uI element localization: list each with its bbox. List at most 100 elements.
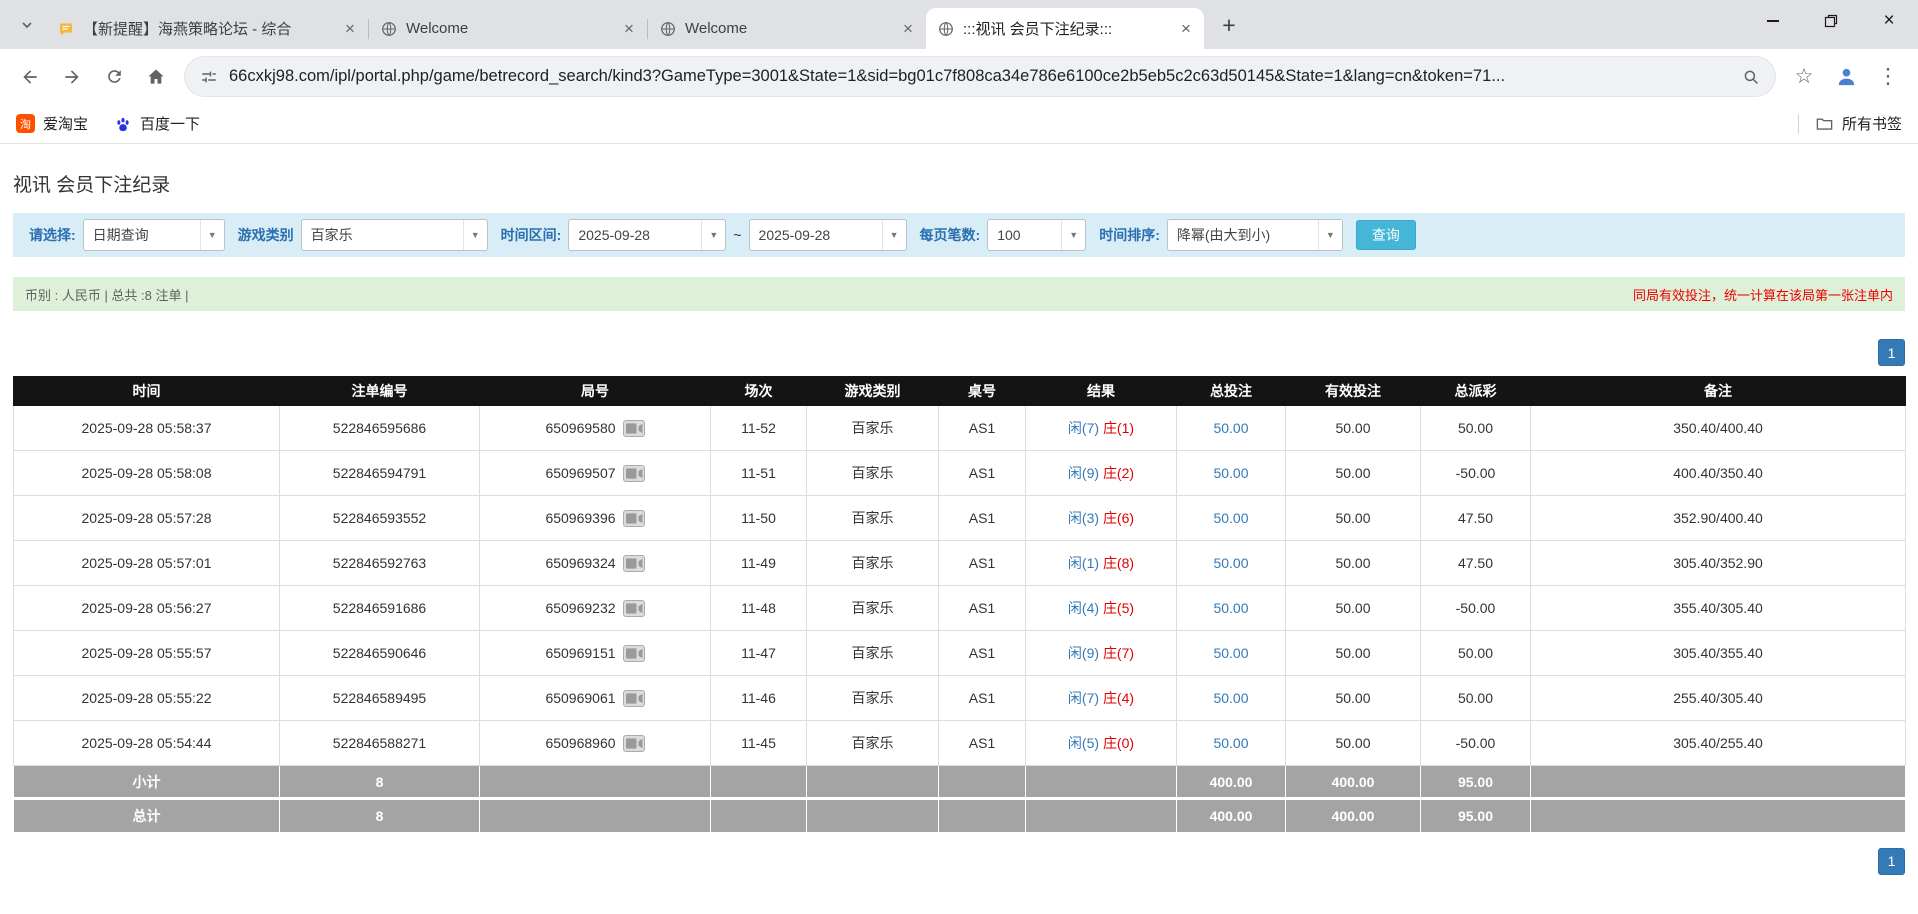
column-header: 有效投注: [1286, 377, 1421, 406]
video-replay-icon[interactable]: [623, 510, 645, 527]
address-bar[interactable]: 66cxkj98.com/ipl/portal.php/game/betreco…: [184, 56, 1776, 97]
cell-result: 闲(9) 庄(7): [1026, 631, 1177, 676]
cell-valid-bet: 50.00: [1286, 451, 1421, 496]
cell-result: 闲(3) 庄(6): [1026, 496, 1177, 541]
total-bet-link[interactable]: 50.00: [1213, 600, 1248, 616]
bookmark-taobao[interactable]: 淘 爱淘宝: [16, 113, 88, 134]
video-replay-icon[interactable]: [623, 600, 645, 617]
column-header: 局号: [480, 377, 711, 406]
new-tab-button[interactable]: +: [1214, 10, 1244, 40]
mode-select[interactable]: 日期查询 ▼: [83, 219, 225, 251]
sort-select[interactable]: 降幂(由大到小) ▼: [1167, 219, 1343, 251]
total-bet-link[interactable]: 50.00: [1213, 555, 1248, 571]
tab-bet-records[interactable]: :::视讯 会员下注纪录::: ×: [926, 8, 1204, 49]
page-button-1[interactable]: 1: [1878, 848, 1905, 875]
taobao-icon: 淘: [16, 114, 35, 133]
cell-table-no: AS1: [939, 676, 1026, 721]
cell-time: 2025-09-28 05:54:44: [14, 721, 280, 766]
globe-icon: [938, 21, 954, 37]
page-button-1[interactable]: 1: [1878, 339, 1905, 366]
reload-button[interactable]: [94, 57, 134, 97]
cell-payout: 47.50: [1421, 496, 1531, 541]
url-text[interactable]: 66cxkj98.com/ipl/portal.php/game/betreco…: [229, 67, 1731, 86]
tab-forum[interactable]: 【新提醒】海燕策略论坛 - 综合 ×: [46, 8, 368, 49]
site-settings-icon: [200, 68, 218, 86]
result-banker: 庄(0): [1103, 735, 1134, 751]
close-window-button[interactable]: ×: [1860, 0, 1918, 42]
summary-text: 币别 : 人民币 | 总共 :8 注单 |: [25, 285, 189, 304]
total-bet-link[interactable]: 50.00: [1213, 690, 1248, 706]
bookmark-star-button[interactable]: ☆: [1784, 57, 1824, 97]
video-replay-icon[interactable]: [623, 465, 645, 482]
cell-round: 650969324: [480, 541, 711, 586]
date-from-value: 2025-09-28: [569, 220, 701, 250]
cell-bet-id: 522846591686: [280, 586, 480, 631]
chevron-down-icon: ▼: [463, 220, 487, 250]
total-bet-link[interactable]: 50.00: [1213, 645, 1248, 661]
tab-welcome-2[interactable]: Welcome ×: [648, 8, 926, 49]
tab-title: :::视讯 会员下注纪录:::: [963, 18, 1167, 39]
forward-button[interactable]: [52, 57, 92, 97]
video-replay-icon[interactable]: [623, 555, 645, 572]
cell-payout: 50.00: [1421, 406, 1531, 451]
video-replay-icon[interactable]: [623, 420, 645, 437]
subtotal-payout: 95.00: [1421, 766, 1531, 799]
tab-close-icon[interactable]: ×: [340, 19, 360, 39]
result-banker: 庄(7): [1103, 645, 1134, 661]
tab-close-icon[interactable]: ×: [898, 19, 918, 39]
subtotal-total-bet: 400.00: [1177, 766, 1286, 799]
cell-remark: 400.40/350.40: [1531, 451, 1906, 496]
all-bookmarks-button[interactable]: 所有书签: [1815, 113, 1902, 134]
video-replay-icon[interactable]: [623, 735, 645, 752]
cell-payout: -50.00: [1421, 586, 1531, 631]
total-bet-link[interactable]: 50.00: [1213, 735, 1248, 751]
date-from-select[interactable]: 2025-09-28 ▼: [568, 219, 726, 251]
minimize-button[interactable]: [1744, 0, 1802, 42]
cell-bet-id: 522846592763: [280, 541, 480, 586]
cell-result: 闲(7) 庄(4): [1026, 676, 1177, 721]
bet-record-row: 2025-09-28 05:57:01 522846592763 6509693…: [14, 541, 1906, 586]
restore-button[interactable]: [1802, 0, 1860, 42]
total-bet-link[interactable]: 50.00: [1213, 510, 1248, 526]
subtotal-row: 小计 8 400.00 400.00 95.00: [14, 766, 1906, 799]
cell-time: 2025-09-28 05:56:27: [14, 586, 280, 631]
total-bet-link[interactable]: 50.00: [1213, 420, 1248, 436]
tab-search-button[interactable]: [12, 10, 42, 40]
browser-menu-button[interactable]: ⋮: [1868, 57, 1908, 97]
cell-valid-bet: 50.00: [1286, 406, 1421, 451]
column-header: 桌号: [939, 377, 1026, 406]
profile-button[interactable]: [1826, 57, 1866, 97]
cell-session: 11-49: [711, 541, 807, 586]
cell-round: 650969507: [480, 451, 711, 496]
total-bet-link[interactable]: 50.00: [1213, 465, 1248, 481]
cell-total-bet: 50.00: [1177, 676, 1286, 721]
date-to-select[interactable]: 2025-09-28 ▼: [749, 219, 907, 251]
per-page-select[interactable]: 100 ▼: [987, 219, 1086, 251]
subtotal-count: 8: [280, 766, 480, 799]
tab-close-icon[interactable]: ×: [619, 19, 639, 39]
cell-remark: 305.40/352.90: [1531, 541, 1906, 586]
reload-icon: [105, 67, 124, 86]
cell-result: 闲(7) 庄(1): [1026, 406, 1177, 451]
bet-record-row: 2025-09-28 05:58:37 522846595686 6509695…: [14, 406, 1906, 451]
chevron-down-icon: ▼: [882, 220, 906, 250]
video-replay-icon[interactable]: [623, 645, 645, 662]
search-button[interactable]: 查询: [1356, 220, 1416, 250]
total-payout: 95.00: [1421, 799, 1531, 832]
cell-payout: 50.00: [1421, 631, 1531, 676]
tab-welcome-1[interactable]: Welcome ×: [369, 8, 647, 49]
table-body: 2025-09-28 05:58:37 522846595686 6509695…: [14, 406, 1906, 766]
tab-close-icon[interactable]: ×: [1176, 19, 1196, 39]
column-header: 总派彩: [1421, 377, 1531, 406]
date-range-label: 时间区间:: [501, 225, 562, 245]
video-replay-icon[interactable]: [623, 690, 645, 707]
game-type-select[interactable]: 百家乐 ▼: [301, 219, 488, 251]
cell-total-bet: 50.00: [1177, 451, 1286, 496]
cell-payout: -50.00: [1421, 451, 1531, 496]
zoom-icon[interactable]: [1742, 68, 1760, 86]
cell-round: 650968960: [480, 721, 711, 766]
bookmark-baidu[interactable]: 百度一下: [114, 113, 200, 134]
back-button[interactable]: [10, 57, 50, 97]
result-banker: 庄(2): [1103, 465, 1134, 481]
home-button[interactable]: [136, 57, 176, 97]
